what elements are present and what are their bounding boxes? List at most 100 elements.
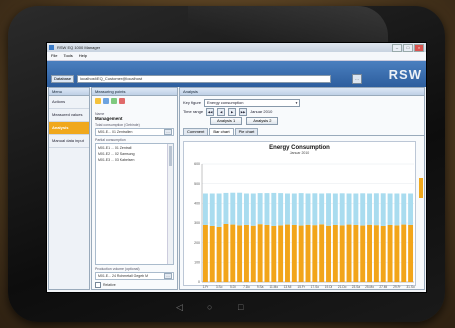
bar-segment [394,225,400,282]
x-tick-label: 11.Mo [269,285,278,289]
y-tick-label: 200 [194,241,200,245]
production-volume-field[interactable]: M01.E... 24 Rohmetall Gegeb M … [95,272,174,280]
sidebar-item-measured-values[interactable]: Measured values [49,109,89,122]
key-figure-label: Key figure [183,100,202,105]
panel-resize-handle[interactable] [419,178,423,198]
x-tick-label: 5.Di [230,285,236,289]
x-tick-label: 7.Do [243,285,250,289]
maximize-icon[interactable]: □ [403,44,413,52]
bar-segment [360,193,366,226]
tablet-frame: RSW EQ 1000 Manager – □ × File Tools Hel… [8,6,445,322]
y-tick-label: 500 [194,182,200,186]
sidebar-item-actions[interactable]: Actions [49,96,89,109]
first-period-button[interactable]: ◀◀ [206,107,215,116]
bar-segment [373,193,379,226]
partial-consumption-list[interactable]: M01.E1 ... 01 Zentrall M01.E2 ... 02 Sam… [95,143,174,265]
measuring-points-toolbar [92,96,177,110]
bar-segment [209,225,215,282]
analysis-tabs: Comment Bar chart Pie chart [180,128,424,136]
bar-segment [278,193,284,226]
x-tick-label: 25.Mo [365,285,374,289]
measuring-points-title: Measuring points [92,88,177,96]
bar-segment [353,193,359,225]
bar-segment [353,224,359,282]
production-volume-value: M01.E... 24 Rohmetall Gegeb M [98,274,148,278]
database-browse-button[interactable]: … [352,74,362,84]
bar-segment [202,224,208,282]
total-consumption-field[interactable]: M01.E... 01 Zentrallen … [95,128,174,136]
total-consumption-label: Total consumption (Gebinde) [95,123,140,127]
sidebar-item-manual-data-input[interactable]: Manual data input [49,135,89,148]
recent-nav-icon[interactable]: □ [238,302,243,312]
relative-checkbox[interactable] [95,282,101,288]
name-value: Management [95,116,123,121]
production-volume-browse-button[interactable]: … [164,273,172,279]
list-scrollbar[interactable] [167,144,173,264]
close-icon[interactable]: × [414,44,424,52]
bar-segment [298,225,304,282]
database-field[interactable]: localhost\EQ_Customer@localhost [77,75,331,83]
delete-icon[interactable] [119,98,125,104]
bar-segment [360,225,366,282]
next-period-button[interactable]: ▶ [228,107,237,116]
menu-help[interactable]: Help [79,52,87,60]
bar-segment [312,225,318,282]
app-window: RSW EQ 1000 Manager – □ × File Tools Hel… [46,42,427,293]
menu-file[interactable]: File [51,52,57,60]
bar-segment [202,193,208,225]
production-volume-label: Production volume (optional) [95,267,140,271]
x-tick-label: 3.So [216,285,223,289]
chart-area: Energy Consumption Januar 2010 600 500 400… [183,141,416,289]
bar-segment [319,193,325,225]
analysis-1-button[interactable]: Analysis 1 [210,116,243,125]
analysis-2-button[interactable]: Analysis 2 [246,116,279,125]
relative-checkbox-row[interactable]: Relative [92,282,177,288]
tab-pie-chart[interactable]: Pie chart [234,128,259,135]
y-tick-label: 300 [194,221,200,225]
bar-segment [367,193,373,225]
window-title: RSW EQ 1000 Manager [57,45,101,50]
bar-segment [346,193,352,225]
bar-segment [387,193,393,225]
bar-segment [408,224,414,282]
scrollbar-thumb[interactable] [169,146,172,166]
bar-segment [230,224,236,282]
bar-segment [257,193,263,225]
y-tick-label: 400 [194,202,200,206]
bar-segment [291,224,297,282]
bar-segment [312,193,318,226]
bar-segment [373,225,379,282]
bar-segment [339,193,345,226]
add-icon[interactable] [111,98,117,104]
minimize-icon[interactable]: – [392,44,402,52]
folder-icon[interactable] [95,98,101,104]
last-period-button[interactable]: ▶▶ [239,107,248,116]
list-item[interactable]: M01.E3 ... 03 Kabelsen [98,157,171,163]
key-figure-value: Energy consumption [207,99,244,105]
bar-segment [408,193,414,225]
bar-chart: 600 500 400 300 200 100 01.Fr 3.So 5.Di 7.Do 9.Sa 1… [194,162,415,289]
total-consumption-browse-button[interactable]: … [164,129,172,135]
bar-segment [216,226,222,282]
bar-segment [305,224,311,282]
bar-segment [401,193,407,225]
previous-period-button[interactable]: ◀ [217,107,226,116]
bar-segment [346,224,352,282]
bar-segment [264,224,270,282]
menu-panel-title: Menu [49,88,89,96]
bar-segment [285,224,290,282]
back-nav-icon[interactable]: ◁ [176,302,183,313]
tab-comment[interactable]: Comment [183,128,209,135]
home-nav-icon[interactable]: ○ [207,302,212,312]
tab-bar-chart[interactable]: Bar chart [209,128,234,135]
menu-panel: Menu Actions Measured values Analysis Ma… [48,87,90,290]
x-tick-label: 27.Mi [379,285,387,289]
analysis-title: Analysis [180,88,424,96]
bar-segment [305,193,311,225]
bar-segment [380,193,386,226]
sidebar-item-analysis[interactable]: Analysis [49,122,89,135]
relative-label: Relative [103,283,116,287]
save-icon[interactable] [103,98,109,104]
key-figure-select[interactable]: Energy consumption ▼ [204,98,301,107]
menu-tools[interactable]: Tools [63,52,72,60]
